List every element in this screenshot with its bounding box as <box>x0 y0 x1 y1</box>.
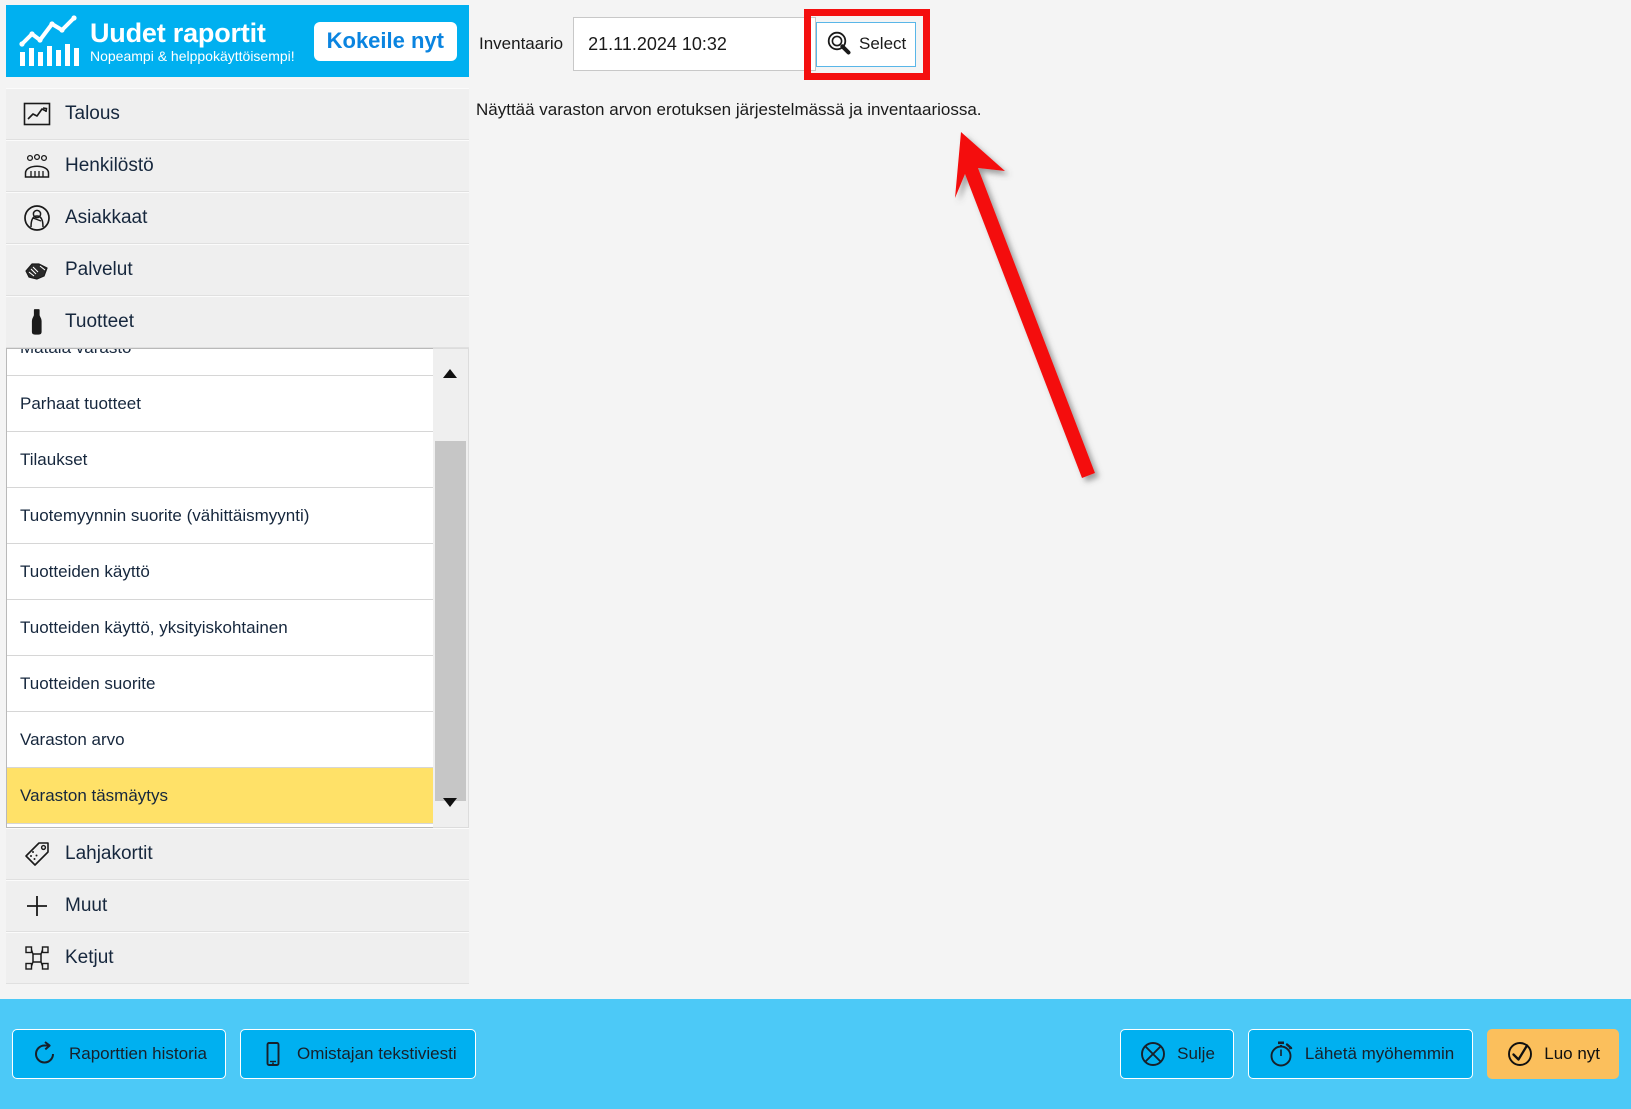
check-circle-icon <box>1506 1040 1534 1068</box>
mobile-phone-icon <box>259 1040 287 1068</box>
bottom-right-actions: Sulje Lähetä myöhemmin Luo nyt <box>1120 1029 1619 1079</box>
list-item-label: Varaston täsmäytys <box>20 785 169 805</box>
network-nodes-icon <box>20 941 54 975</box>
list-item-label: Parhaat tuotteet <box>20 393 141 413</box>
report-listbox: Matala varasto Parhaat tuotteet Tilaukse… <box>6 348 469 828</box>
sidebar-item-palvelut[interactable]: Palvelut <box>6 244 469 296</box>
list-item-label: Tilaukset <box>20 449 88 469</box>
sidebar-item-henkilosto[interactable]: Henkilöstö <box>6 140 469 192</box>
inventory-input[interactable] <box>573 17 817 71</box>
stopwatch-icon <box>1267 1040 1295 1068</box>
sidebar-item-talous[interactable]: Talous <box>6 88 469 140</box>
sidebar-item-label: Talous <box>65 103 120 124</box>
send-later-button[interactable]: Lähetä myöhemmin <box>1247 1029 1474 1079</box>
list-item-label: Tuotemyynnin suorite (vähittäismyynti) <box>20 505 310 525</box>
sidebar-item-label: Tuotteet <box>65 311 135 332</box>
line-chart-icon <box>20 97 54 131</box>
list-item-label: Tuotteiden käyttö, yksityiskohtainen <box>20 617 288 637</box>
triangle-up-icon[interactable] <box>433 357 467 391</box>
inventory-toolbar: Inventaario Select <box>475 0 1631 88</box>
promo-text-block: Uudet raportit Nopeampi & helppokäyttöis… <box>90 18 314 65</box>
gift-tag-icon <box>20 837 54 871</box>
owner-sms-button[interactable]: Omistajan tekstiviesti <box>239 1029 476 1079</box>
report-list-scroll-content: Matala varasto Parhaat tuotteet Tilaukse… <box>7 349 433 824</box>
people-group-icon <box>20 149 54 183</box>
customer-head-icon <box>20 201 54 235</box>
magnifier-icon <box>826 30 852 59</box>
sidebar-item-label: Ketjut <box>65 947 114 968</box>
select-button[interactable]: Select <box>816 21 917 67</box>
promo-title: Uudet raportit <box>90 17 266 48</box>
new-reports-promo-banner[interactable]: Uudet raportit Nopeampi & helppokäyttöis… <box>6 5 469 77</box>
sidebar-item-asiakkaat[interactable]: Asiakkaat <box>6 192 469 244</box>
list-item-label: Varaston arvo <box>20 729 125 749</box>
handshake-icon <box>20 253 54 287</box>
annotation-arrow <box>955 132 1095 478</box>
list-item[interactable]: Tuotteiden käyttö, yksityiskohtainen <box>7 600 433 656</box>
report-history-label: Raporttien historia <box>69 1044 207 1063</box>
history-undo-icon <box>31 1040 59 1068</box>
sidebar: Talous Henkilöstö Asiakkaat Palvelut Tuo… <box>6 88 469 999</box>
main-content: Näyttää varaston arvon erotuksen järjest… <box>469 88 1631 999</box>
list-item[interactable]: Varaston arvo <box>7 712 433 768</box>
try-now-button[interactable]: Kokeile nyt <box>313 21 457 61</box>
list-item[interactable]: Tuotemyynnin suorite (vähittäismyynti) <box>7 488 433 544</box>
report-list: Matala varasto Parhaat tuotteet Tilaukse… <box>6 348 433 828</box>
create-now-label: Luo nyt <box>1544 1044 1600 1063</box>
close-button[interactable]: Sulje <box>1120 1029 1234 1079</box>
list-item-label: Tuotteiden suorite <box>20 673 156 693</box>
app-window: Uudet raportit Nopeampi & helppokäyttöis… <box>0 0 1631 1109</box>
list-item-label: Tuotteiden käyttö <box>20 561 150 581</box>
sidebar-item-label: Lahjakortit <box>65 843 153 864</box>
bottom-left-actions: Raporttien historia Omistajan tekstivies… <box>12 1029 476 1079</box>
list-item[interactable]: Matala varasto <box>7 349 433 376</box>
close-circle-icon <box>1139 1040 1167 1068</box>
list-item-label: Matala varasto <box>20 349 132 358</box>
list-item[interactable]: Tilaukset <box>7 432 433 488</box>
sidebar-item-ketjut[interactable]: Ketjut <box>6 932 469 984</box>
report-history-button[interactable]: Raporttien historia <box>12 1029 226 1079</box>
sidebar-item-label: Henkilöstö <box>65 155 154 176</box>
report-list-scrollbar[interactable] <box>433 348 469 828</box>
promo-subtitle: Nopeampi & helppokäyttöisempi! <box>90 47 295 64</box>
inventory-label: Inventaario <box>479 34 564 53</box>
bottle-icon <box>20 305 54 339</box>
owner-sms-label: Omistajan tekstiviesti <box>296 1044 457 1063</box>
send-later-label: Lähetä myöhemmin <box>1304 1044 1455 1063</box>
sidebar-item-tuotteet[interactable]: Tuotteet <box>6 296 469 348</box>
plus-icon <box>20 889 54 923</box>
sidebar-item-lahjakortit[interactable]: Lahjakortit <box>6 828 469 880</box>
list-item[interactable]: Tuotteiden käyttö <box>7 544 433 600</box>
bar-chart-line-icon <box>18 14 80 68</box>
list-item-selected[interactable]: Varaston täsmäytys <box>7 768 433 824</box>
select-button-wrapper: Select <box>804 8 931 80</box>
report-description: Näyttää varaston arvon erotuksen järjest… <box>476 100 982 119</box>
sidebar-item-muut[interactable]: Muut <box>6 880 469 932</box>
list-item[interactable]: Parhaat tuotteet <box>7 376 433 432</box>
close-button-label: Sulje <box>1177 1044 1215 1063</box>
sidebar-item-label: Asiakkaat <box>65 207 148 228</box>
sidebar-item-label: Muut <box>65 895 108 916</box>
sidebar-item-label: Palvelut <box>65 259 133 280</box>
bottom-toolbar: Raporttien historia Omistajan tekstivies… <box>0 999 1631 1109</box>
create-now-button[interactable]: Luo nyt <box>1487 1029 1619 1079</box>
scrollbar-thumb[interactable] <box>435 441 466 801</box>
list-item[interactable]: Tuotteiden suorite <box>7 656 433 712</box>
triangle-down-icon[interactable] <box>433 785 467 819</box>
select-button-label: Select <box>859 34 907 53</box>
